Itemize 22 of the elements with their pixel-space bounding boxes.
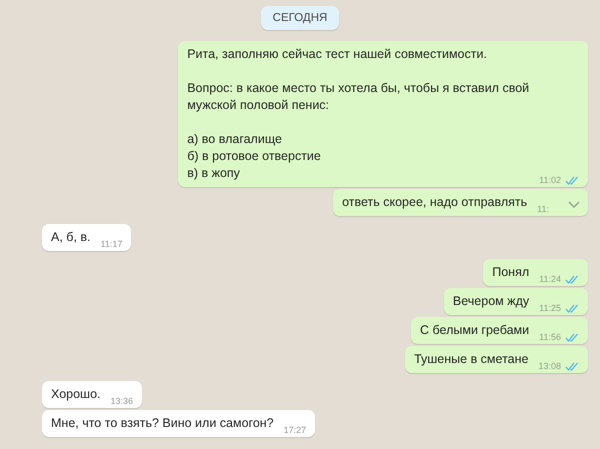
message-time: 11:24	[539, 274, 561, 284]
message-text: ответь скорее, надо отправлять	[342, 194, 528, 211]
message-time: 11:25	[539, 303, 561, 313]
message-text: Мне, что то взять? Вино или самогон?	[51, 415, 274, 432]
message-time: 11:02	[539, 175, 561, 185]
message-time: 11:56	[539, 332, 561, 342]
message-time: 13:36	[110, 396, 134, 406]
message-time: 11:	[537, 204, 549, 214]
message-text: Тушеные в сметане	[414, 351, 528, 368]
message-text: а) во влагалище б) в ротовое отверстие в) в жопу	[187, 131, 322, 182]
message-time: 17:27	[284, 425, 306, 435]
message-text: А, б, в.	[51, 229, 91, 246]
chevron-down-icon[interactable]	[568, 201, 580, 208]
message-text: Вопрос: в какое место ты хотела бы, чтобы я вставил свой мужской половой пенис:	[187, 80, 530, 114]
date-chip: СЕГОДНЯ	[260, 6, 340, 30]
message-time: 13:08	[538, 361, 561, 371]
message-text: Вечером жду	[452, 293, 530, 310]
message-text: Рита, заполняю сейчас тест нашей совместимости.	[187, 46, 488, 63]
message-text: Понял	[492, 264, 530, 281]
message-text: Хорошо.	[51, 386, 101, 403]
message-text: С белыми гребами	[420, 322, 530, 339]
message-time: 11:17	[100, 239, 122, 249]
